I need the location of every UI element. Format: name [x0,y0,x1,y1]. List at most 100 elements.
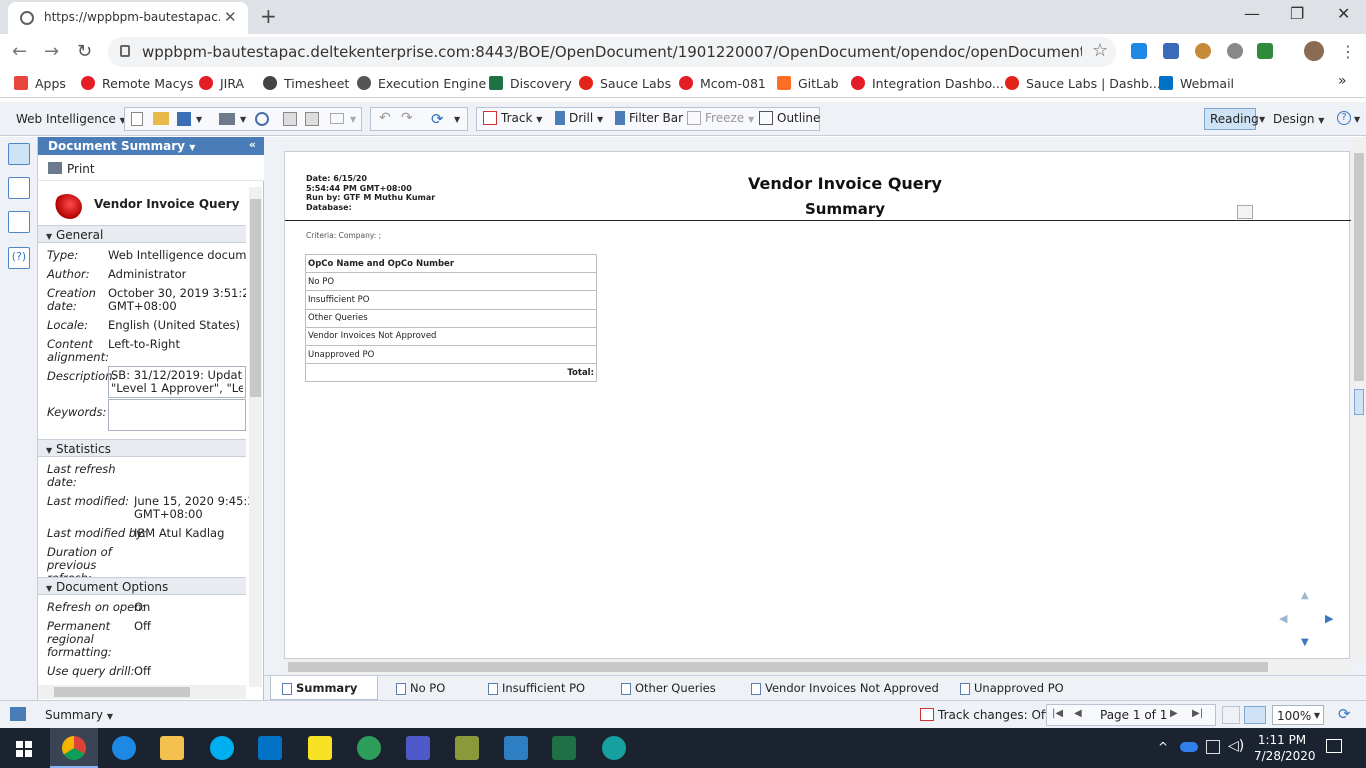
report-horizontal-scrollbar[interactable] [284,660,1352,674]
page-mode-icon[interactable] [1244,706,1266,724]
tab-summary[interactable]: Summary [282,681,357,695]
bookmark-timesheet[interactable]: Timesheet [263,76,349,91]
windows-extension-icon[interactable] [1131,43,1147,59]
design-mode-button[interactable]: Design ▼ [1273,112,1324,126]
teams-icon[interactable] [406,736,430,760]
email-icon[interactable] [330,113,344,124]
network-icon[interactable] [1206,740,1220,754]
system-clock[interactable]: 1:11 PM 7/28/2020 [1254,732,1316,764]
track-data-icon[interactable] [283,112,297,126]
email-dropdown-icon[interactable]: ▼ [350,115,356,124]
table-header[interactable]: OpCo Name and OpCo Number [305,253,597,274]
bookmark-sauce-labs[interactable]: Sauce Labs [579,76,671,91]
bookmark-mcom-081[interactable]: Mcom-081 [679,76,766,91]
teal-app-icon[interactable] [602,736,626,760]
document-summary-icon[interactable] [8,143,30,165]
refresh-page-icon[interactable]: ⟳ [1338,705,1351,723]
excel-icon[interactable] [552,736,576,760]
sheet-extension-icon[interactable] [1257,43,1273,59]
table-row[interactable]: Unapproved PO [305,344,597,365]
tab-insufficient-po[interactable]: Insufficient PO [488,681,585,695]
bookmark-apps[interactable]: Apps [14,76,66,91]
more-bookmarks-icon[interactable]: » [1338,73,1347,89]
refresh-dropdown-icon[interactable]: ▼ [454,115,460,124]
pan-right-icon[interactable]: ▶ [1325,612,1333,625]
notifications-icon[interactable] [1326,739,1342,753]
navigation-map-icon[interactable] [8,177,30,199]
bookmark-remote-macys[interactable]: Remote Macys [81,76,193,91]
file-explorer-icon[interactable] [160,736,184,760]
sticky-notes-icon[interactable] [308,736,332,760]
previous-page-icon[interactable]: ◀ [1074,708,1082,719]
show-hidden-icons[interactable]: ^ [1158,740,1168,754]
save-dropdown-icon[interactable]: ▼ [196,115,202,124]
avatar[interactable] [1304,41,1324,61]
menu-icon[interactable]: ⋮ [1340,42,1356,61]
dm-app-icon[interactable] [504,736,528,760]
panel-horizontal-scrollbar[interactable] [38,685,246,699]
new-tab-icon[interactable]: + [260,4,277,28]
input-controls-icon[interactable] [8,211,30,233]
refresh-icon[interactable]: ⟳ [431,110,444,128]
export-icon[interactable] [305,112,319,126]
tab-unapproved-po[interactable]: Unapproved PO [960,681,1064,695]
pan-down-icon[interactable]: ▼ [1301,637,1309,648]
address-bar[interactable]: wppbpm-bautestapac.deltekenterprise.com:… [108,37,1116,67]
help-dropdown-icon[interactable]: ▼ [1354,115,1360,124]
maximize-icon[interactable]: ❐ [1290,4,1304,23]
general-section-header[interactable]: ▼ General [38,225,246,243]
table-row[interactable]: No PO [305,272,597,292]
page-indicator[interactable]: Page 1 of 1 [1100,708,1167,722]
table-row[interactable]: Other Queries [305,308,597,328]
outlook-icon[interactable] [258,736,282,760]
table-row[interactable]: Insufficient PO [305,290,597,310]
last-page-icon[interactable]: ▶| [1192,708,1203,719]
panel-header[interactable]: Document Summary ▼ « [38,137,264,155]
bookmark-sauce-labs-dashboard[interactable]: Sauce Labs | Dashb... [1005,76,1161,91]
expand-side-panel-icon[interactable] [1354,389,1364,415]
sync-app-icon[interactable] [357,736,381,760]
tab-no-po[interactable]: No PO [396,681,445,695]
redo-icon[interactable]: ↷ [401,110,413,126]
notepad-icon[interactable] [455,736,479,760]
open-folder-icon[interactable] [153,112,169,125]
close-window-icon[interactable]: ✕ [1337,4,1350,23]
panel-vertical-scrollbar[interactable] [249,187,262,687]
question-icon[interactable]: (?) [8,247,30,269]
skype-icon[interactable] [210,736,234,760]
outline-button[interactable]: Outline [759,111,820,125]
edge-icon[interactable] [112,736,136,760]
minimize-icon[interactable]: — [1244,4,1260,23]
find-icon[interactable] [255,112,269,126]
description-field[interactable]: SB: 31/12/2019: Updated co "Level 1 Appr… [108,366,246,398]
bookmark-star-icon[interactable]: ☆ [1092,40,1108,61]
record-extension-icon[interactable] [1227,43,1243,59]
bookmark-integration-dashboard[interactable]: Integration Dashbo... [851,76,1004,91]
close-tab-icon[interactable]: ✕ [224,8,237,26]
help-icon[interactable]: ? [1337,111,1351,125]
summary-selector[interactable]: Summary ▼ [45,708,113,722]
reading-mode-button[interactable]: Reading [1204,108,1259,130]
print-button[interactable]: Print [67,162,95,176]
filter-bar-button[interactable]: Filter Bar [615,111,683,125]
save-icon[interactable] [177,112,191,126]
track-button[interactable]: Track ▼ [483,111,542,125]
zoom-select[interactable]: 100% ▼ [1272,705,1324,725]
undo-icon[interactable]: ↶ [379,110,391,126]
bookmark-execution-engine[interactable]: Execution Engine [357,76,486,91]
freeze-button[interactable]: Freeze ▼ [687,111,754,125]
quick-display-icon[interactable] [1222,706,1240,724]
bluetooth-extension-icon[interactable] [1163,43,1179,59]
browser-tab[interactable]: https://wppbpm-bautestapac.del ✕ [8,2,248,34]
bookmark-webmail[interactable]: Webmail [1159,76,1234,91]
table-row[interactable]: Vendor Invoices Not Approved [305,326,597,346]
web-intelligence-menu[interactable]: Web Intelligence ▼ [16,112,126,126]
collapse-panel-icon[interactable]: « [249,138,256,151]
bookmark-jira[interactable]: JIRA [199,76,244,91]
pan-left-icon[interactable]: ◀ [1279,612,1287,625]
bookmark-gitlab[interactable]: GitLab [777,76,839,91]
reload-icon[interactable]: ↻ [77,41,92,62]
tab-other-queries[interactable]: Other Queries [621,681,716,695]
statistics-section-header[interactable]: ▼ Statistics [38,439,246,457]
reading-dropdown-icon[interactable]: ▼ [1259,115,1265,124]
